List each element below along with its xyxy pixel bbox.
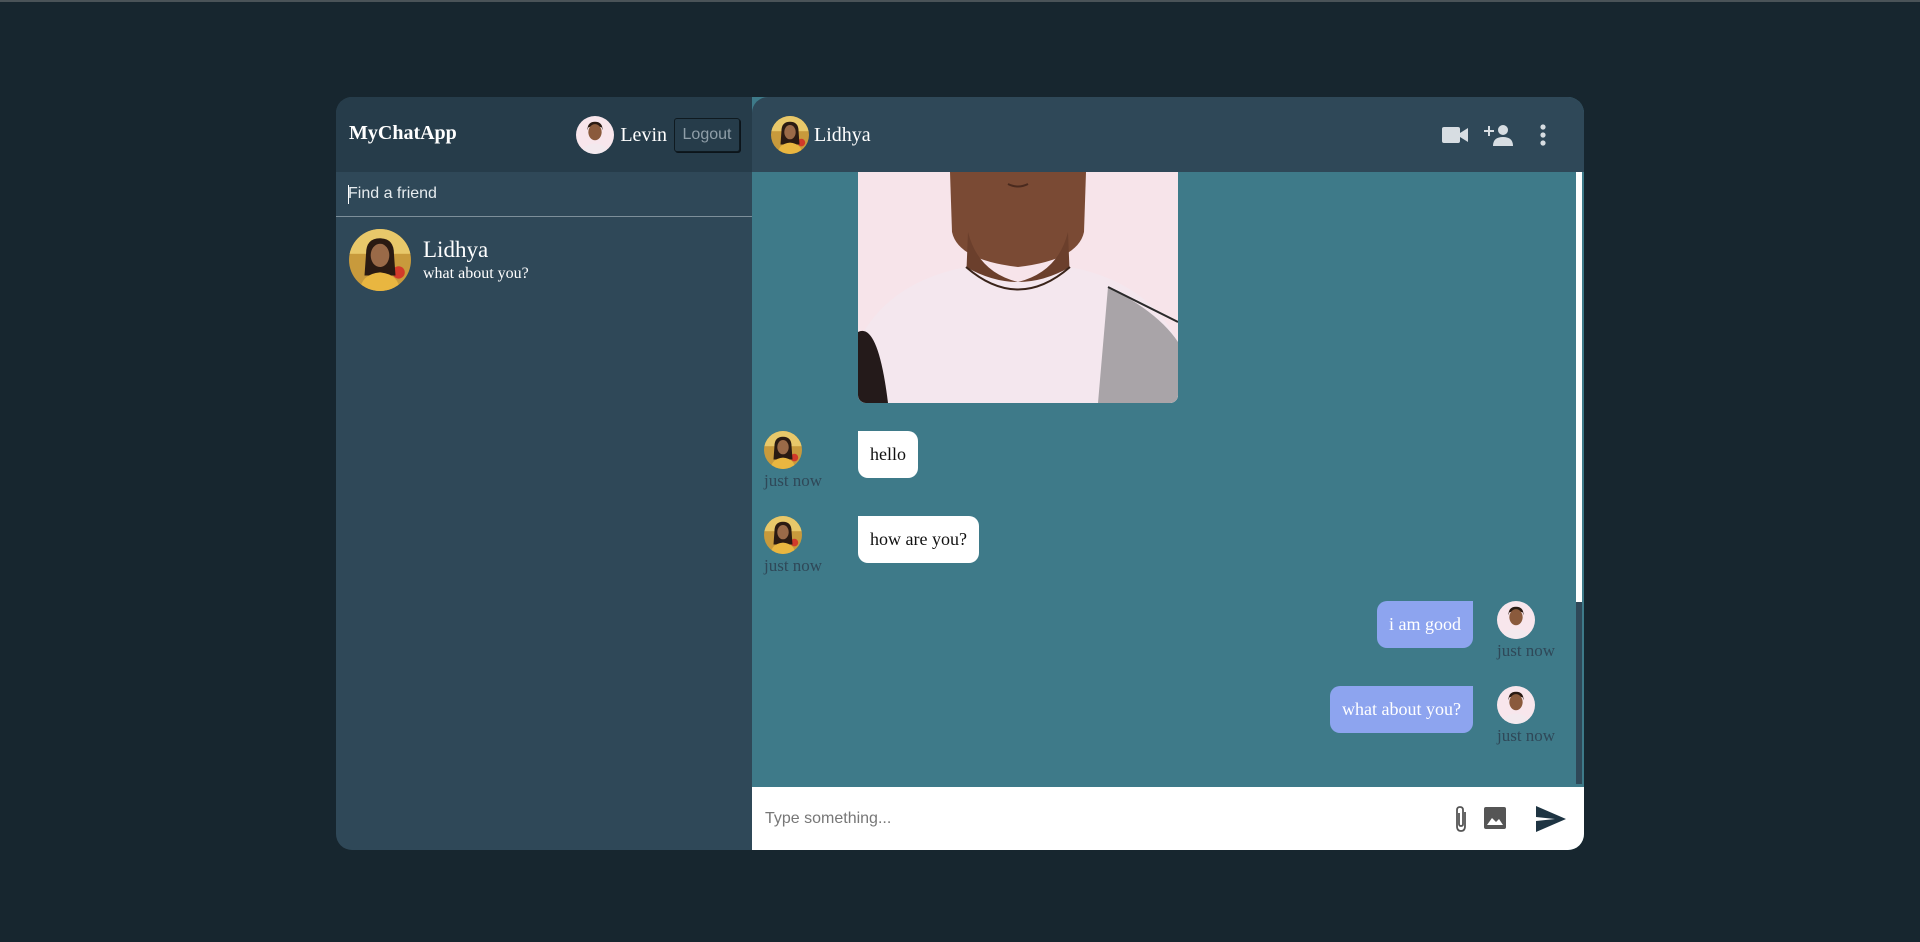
message-list[interactable]: just now hello just now how are you? jus…: [752, 172, 1584, 784]
message-timestamp: just now: [764, 471, 823, 490]
sender-avatar: [1497, 601, 1535, 639]
chat-header-actions: [1440, 121, 1558, 149]
chat-partner: Lidhya: [771, 116, 871, 154]
message-input-bar: [752, 787, 1584, 850]
current-user: Levin Logout: [576, 116, 740, 154]
chat-panel: Lidhya just now hello just now how are y…: [752, 97, 1584, 850]
attachment-icon[interactable]: [1452, 804, 1470, 834]
send-icon[interactable]: [1534, 803, 1568, 835]
chat-app: MyChatApp Levin Logout Lidhya what about…: [336, 97, 1584, 850]
outgoing-message-bubble: what about you?: [1330, 686, 1473, 733]
message-scrollbar[interactable]: [1576, 172, 1582, 784]
sidebar-header: MyChatApp Levin Logout: [336, 97, 752, 172]
contact-item[interactable]: Lidhya what about you?: [336, 217, 752, 293]
image-message[interactable]: [858, 172, 1178, 403]
chat-header: Lidhya: [752, 97, 1584, 172]
app-logo: MyChatApp: [349, 122, 457, 144]
incoming-message-bubble: hello: [858, 431, 918, 478]
sender-avatar: [1497, 686, 1535, 724]
sender-avatar: [764, 516, 802, 554]
image-icon[interactable]: [1482, 805, 1508, 831]
sender-avatar: [764, 431, 802, 469]
video-camera-icon[interactable]: [1440, 121, 1470, 149]
more-vertical-icon[interactable]: [1528, 121, 1558, 149]
incoming-message-bubble: how are you?: [858, 516, 979, 563]
chat-partner-avatar: [771, 116, 809, 154]
chat-partner-name: Lidhya: [814, 123, 871, 146]
contact-last-message: what about you?: [423, 265, 529, 282]
message-meta: just now: [764, 516, 822, 576]
window-top-border: [0, 0, 1920, 2]
outgoing-message-bubble: i am good: [1377, 601, 1473, 648]
user-avatar: [576, 116, 614, 154]
message-timestamp: just now: [764, 556, 823, 575]
message-meta: just now: [1497, 601, 1555, 661]
scrollbar-thumb[interactable]: [1576, 172, 1582, 602]
contact-name: Lidhya: [423, 237, 489, 262]
message-timestamp: just now: [1497, 641, 1556, 660]
message-meta: just now: [764, 431, 822, 491]
logout-button[interactable]: Logout: [674, 118, 740, 152]
add-person-icon[interactable]: [1484, 121, 1514, 149]
search-box: [336, 172, 752, 217]
contact-avatar: [349, 229, 411, 291]
find-friend-input[interactable]: [348, 172, 728, 216]
message-meta: just now: [1497, 686, 1555, 746]
text-caret: [348, 185, 349, 204]
message-input[interactable]: [765, 787, 1415, 850]
message-timestamp: just now: [1497, 726, 1556, 745]
sidebar: MyChatApp Levin Logout Lidhya what about…: [336, 97, 752, 850]
user-name: Levin: [620, 123, 667, 146]
